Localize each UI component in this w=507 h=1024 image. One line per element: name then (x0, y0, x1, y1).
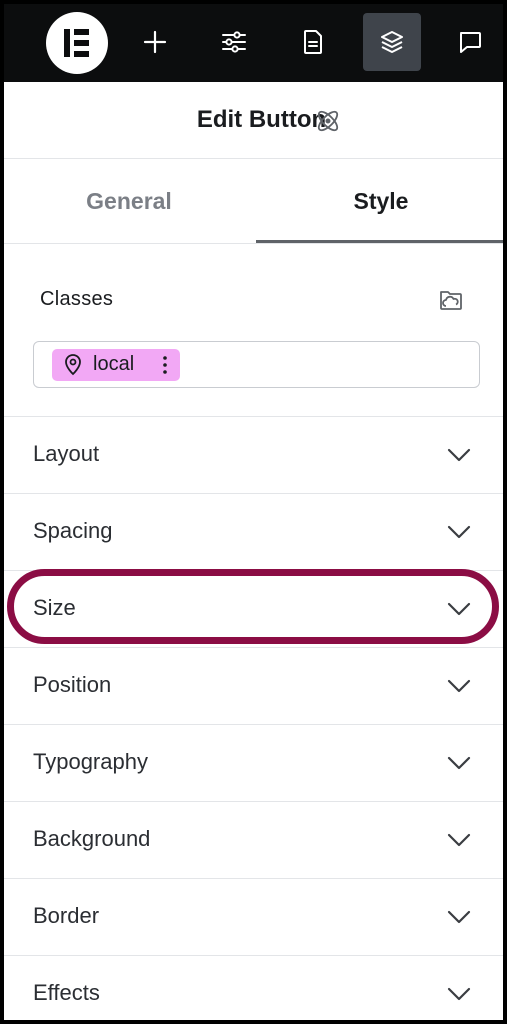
classes-label: Classes (40, 288, 114, 310)
logo-bar (74, 29, 89, 35)
panel-header: Edit Button (4, 82, 503, 159)
elementor-logo[interactable] (46, 12, 108, 74)
section-label: Typography (33, 749, 148, 774)
app-frame: Edit Button General Style Classes local … (0, 0, 507, 1024)
top-toolbar (4, 4, 503, 82)
section-label: Position (33, 672, 112, 697)
panel-tabs: General Style (4, 160, 503, 244)
section-label: Size (33, 595, 76, 620)
add-element-button[interactable] (126, 13, 184, 71)
logo-bar (64, 29, 70, 57)
chevron-down-icon (447, 833, 471, 847)
section-effects[interactable]: Effects (4, 956, 503, 1020)
chevron-down-icon (447, 602, 471, 616)
editor-panel: Edit Button General Style Classes local … (4, 82, 503, 1020)
layers-icon (381, 31, 403, 53)
section-background[interactable]: Background (4, 802, 503, 879)
section-border[interactable]: Border (4, 879, 503, 956)
active-tab-indicator (256, 240, 503, 243)
section-label: Effects (33, 980, 100, 1005)
more-vertical-icon[interactable] (160, 354, 170, 376)
cloud-folder-icon[interactable] (437, 286, 465, 314)
structure-button[interactable] (363, 13, 421, 71)
section-spacing[interactable]: Spacing (4, 494, 503, 571)
sliders-icon (222, 31, 246, 53)
section-layout[interactable]: Layout (4, 417, 503, 494)
chevron-down-icon (447, 756, 471, 770)
section-label: Spacing (33, 518, 113, 543)
section-label: Layout (33, 441, 100, 466)
section-size[interactable]: Size (4, 571, 503, 648)
chevron-down-icon (447, 987, 471, 1001)
logo-bar (74, 51, 89, 57)
section-position[interactable]: Position (4, 648, 503, 725)
panel-title: Edit Button (196, 106, 327, 133)
document-icon (304, 30, 322, 54)
section-label: Background (33, 826, 151, 851)
logo-bar (74, 40, 89, 46)
chip-label: local (93, 353, 135, 375)
tab-style[interactable]: Style (256, 160, 503, 243)
section-typography[interactable]: Typography (4, 725, 503, 802)
section-label: Border (33, 903, 100, 928)
classes-section: Classes local (4, 245, 503, 417)
chevron-down-icon (447, 448, 471, 462)
map-pin-icon (65, 354, 81, 376)
atom-icon (317, 110, 339, 132)
chevron-down-icon (447, 679, 471, 693)
class-selector-input[interactable]: local (33, 341, 480, 388)
plus-icon (143, 30, 167, 54)
page-settings-button[interactable] (284, 13, 342, 71)
tab-general[interactable]: General (4, 160, 254, 243)
site-settings-button[interactable] (205, 13, 263, 71)
chevron-down-icon (447, 525, 471, 539)
chevron-down-icon (447, 910, 471, 924)
chat-icon (460, 32, 481, 53)
notes-button[interactable] (441, 13, 499, 71)
class-chip-local[interactable]: local (52, 349, 180, 381)
